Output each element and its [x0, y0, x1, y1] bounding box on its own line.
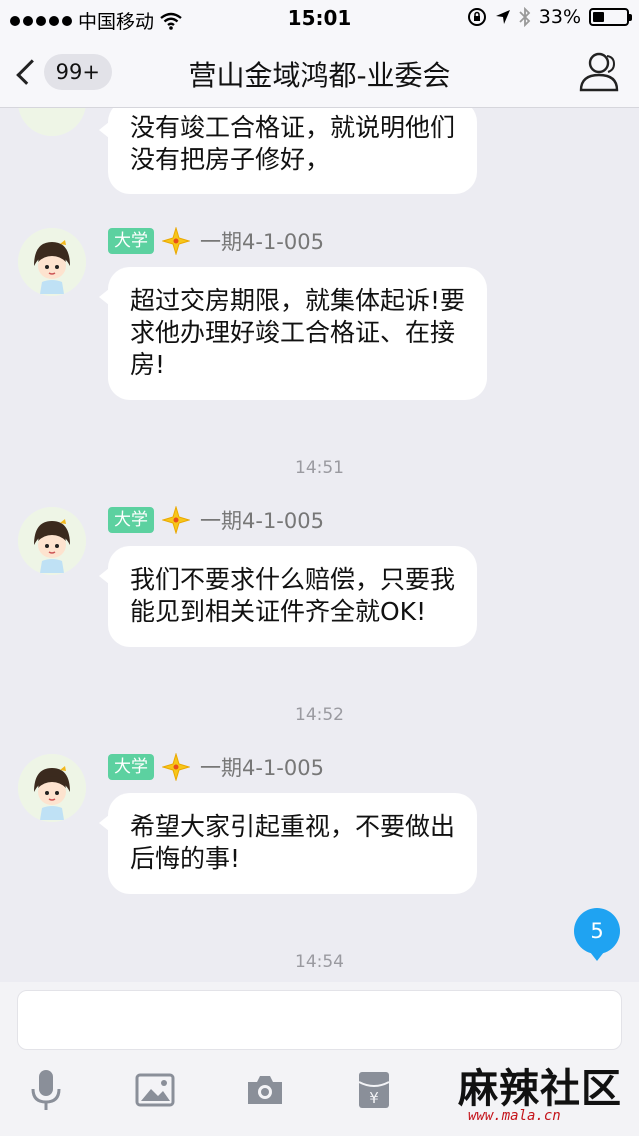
message-input[interactable]	[17, 990, 622, 1050]
rotation-lock-icon	[467, 8, 486, 26]
sender-name[interactable]: 一期4-1-005	[200, 505, 324, 535]
battery-level	[593, 12, 604, 22]
status-bar: 中国移动 15:01 33%	[0, 0, 639, 36]
message-line: 超过交房期限，就集体起诉!要	[130, 286, 466, 315]
message-bubble[interactable]: 希望大家引起重视，不要做出 后悔的事!	[98, 793, 478, 894]
level-badge: 大学	[108, 507, 154, 533]
message-line: 后悔的事!	[130, 844, 241, 873]
message-line: 希望大家引起重视，不要做出	[130, 812, 456, 841]
message-line: 没有竣工合格证，就说明他们	[130, 113, 456, 142]
nav-bar: 99+ 营山金域鸿都-业委会	[0, 36, 639, 108]
watermark-logo: 麻辣社区 www.mala.cn	[458, 1056, 636, 1128]
message-bubble[interactable]: 没有竣工合格证，就说明他们 没有把房子修好，	[98, 108, 478, 194]
microphone-icon	[31, 1070, 61, 1110]
status-right: 33%	[467, 6, 632, 28]
star-icon	[162, 506, 190, 534]
photo-button[interactable]	[133, 1068, 177, 1112]
watermark-url: www.mala.cn	[468, 1108, 561, 1124]
timestamp: 14:54	[295, 952, 344, 972]
new-messages-badge[interactable]: 5	[574, 908, 620, 961]
image-icon	[135, 1073, 175, 1107]
avatar[interactable]	[18, 108, 86, 136]
red-packet-icon: ¥	[358, 1072, 390, 1108]
voice-button[interactable]	[24, 1068, 68, 1112]
battery-percent: 33%	[538, 6, 581, 28]
camera-button[interactable]	[243, 1068, 287, 1112]
message-bubble[interactable]: 我们不要求什么赔偿，只要我 能见到相关证件齐全就OK!	[98, 546, 478, 647]
group-title: 营山金域鸿都-业委会	[188, 59, 451, 92]
message-meta: 大学 一期4-1-005	[108, 752, 324, 782]
chat-area[interactable]: 没有竣工合格证，就说明他们 没有把房子修好， 大学 一期4-1-005 超过交房…	[0, 108, 639, 982]
message-line: 我们不要求什么赔偿，只要我	[130, 565, 456, 594]
sender-name[interactable]: 一期4-1-005	[200, 226, 324, 256]
bluetooth-icon	[519, 7, 531, 27]
sender-name[interactable]: 一期4-1-005	[200, 752, 324, 782]
message-line: 没有把房子修好，	[130, 145, 331, 174]
watermark-text: 麻辣社区	[458, 1065, 622, 1112]
avatar[interactable]	[18, 228, 86, 296]
svg-text:¥: ¥	[369, 1089, 379, 1107]
star-icon	[162, 227, 190, 255]
star-icon	[162, 753, 190, 781]
message-line: 求他办理好竣工合格证、在接	[130, 318, 456, 347]
message-line: 房!	[130, 350, 166, 379]
timestamp: 14:52	[295, 705, 344, 725]
battery-icon	[589, 8, 632, 26]
camera-icon	[248, 1076, 282, 1104]
message-bubble[interactable]: 超过交房期限，就集体起诉!要 求他办理好竣工合格证、在接 房!	[98, 267, 488, 400]
level-badge: 大学	[108, 228, 154, 254]
red-packet-button[interactable]: ¥	[352, 1068, 396, 1112]
level-badge: 大学	[108, 754, 154, 780]
group-members-icon[interactable]	[577, 50, 623, 94]
timestamp: 14:51	[295, 458, 344, 478]
avatar[interactable]	[18, 507, 86, 575]
location-arrow-icon	[495, 10, 510, 24]
avatar[interactable]	[18, 754, 86, 822]
message-meta: 大学 一期4-1-005	[108, 505, 324, 535]
message-meta: 大学 一期4-1-005	[108, 226, 324, 256]
message-line: 能见到相关证件齐全就OK!	[130, 597, 427, 626]
